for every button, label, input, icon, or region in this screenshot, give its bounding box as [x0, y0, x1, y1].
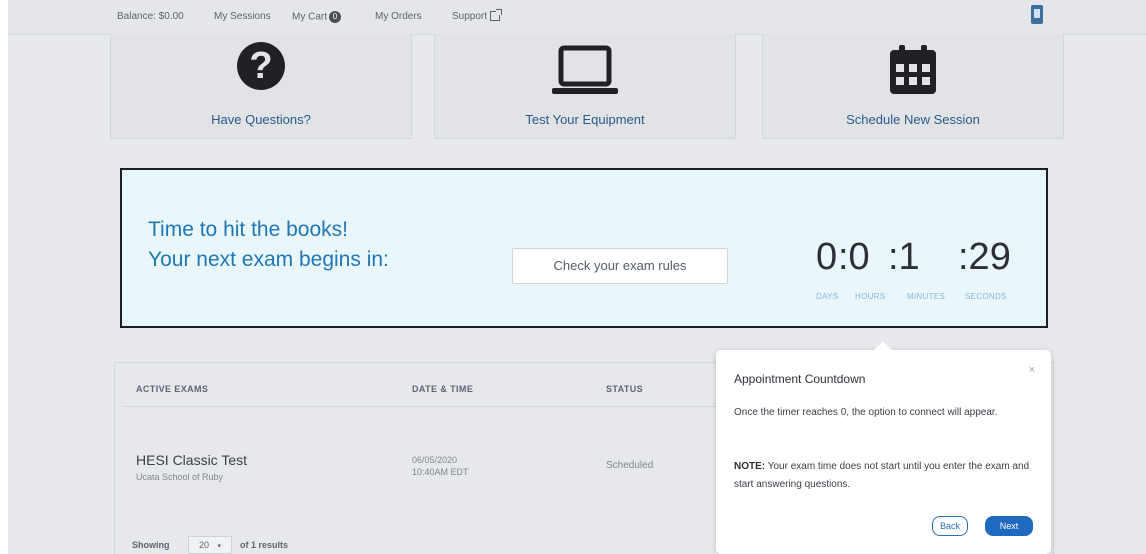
- countdown-banner: Time to hit the books! Your next exam be…: [120, 168, 1048, 328]
- page: Balance: $0.00 My Sessions My Cart 0 My O…: [0, 0, 1146, 554]
- my-orders-link[interactable]: My Orders: [375, 11, 422, 22]
- close-icon[interactable]: ×: [1029, 364, 1035, 376]
- test-equipment-tile[interactable]: Test Your Equipment: [434, 34, 736, 139]
- popover-body-text: Once the timer reaches 0, the option to …: [734, 407, 998, 418]
- note-text: Your exam time does not start until you …: [734, 461, 1030, 490]
- countdown-seconds: :29: [958, 236, 1011, 278]
- seconds-label: SECONDS: [965, 292, 1007, 301]
- per-page-select[interactable]: 20 ▾: [188, 536, 232, 554]
- exam-date: 06/05/2020: [412, 455, 458, 465]
- my-cart-link[interactable]: My Cart 0: [292, 11, 341, 23]
- results-count: of 1 results: [240, 540, 289, 550]
- column-header-date-time: DATE & TIME: [412, 384, 474, 394]
- frame-edge: [0, 0, 8, 554]
- banner-heading: Time to hit the books!: [148, 218, 348, 241]
- cart-count-badge: 0: [329, 11, 341, 23]
- exam-school: Ucata School of Ruby: [136, 472, 224, 482]
- chevron-down-icon: ▾: [217, 543, 222, 550]
- mobile-device-icon[interactable]: [1031, 5, 1043, 24]
- my-sessions-link[interactable]: My Sessions: [214, 11, 271, 22]
- countdown-minutes: :1: [888, 236, 920, 278]
- next-button[interactable]: Next: [985, 516, 1033, 536]
- support-label: Support: [452, 11, 488, 22]
- popover-note: NOTE: Your exam time does not start unti…: [734, 458, 1034, 494]
- exam-time: 10:40AM EDT: [412, 467, 469, 477]
- schedule-session-label: Schedule New Session: [846, 112, 980, 127]
- countdown-hours: :0: [838, 236, 870, 278]
- column-header-status: STATUS: [606, 384, 644, 394]
- schedule-session-tile[interactable]: Schedule New Session: [762, 34, 1064, 139]
- exam-date-time: 06/05/2020 10:40AM EDT: [412, 454, 469, 478]
- appointment-countdown-popover: Appointment Countdown × Once the timer r…: [716, 341, 1051, 554]
- days-label: DAYS: [816, 292, 839, 301]
- check-exam-rules-button[interactable]: Check your exam rules: [512, 248, 728, 284]
- balance-text: Balance: $0.00: [117, 11, 184, 22]
- exam-name[interactable]: HESI Classic Test: [136, 452, 247, 468]
- have-questions-label: Have Questions?: [211, 112, 311, 127]
- countdown-days: 0: [816, 236, 838, 278]
- laptop-icon: [550, 44, 620, 105]
- showing-label: Showing: [132, 540, 170, 550]
- back-button[interactable]: Back: [932, 516, 968, 536]
- note-label: NOTE:: [734, 461, 766, 472]
- hours-label: HOURS: [855, 292, 886, 301]
- external-link-icon: [490, 9, 503, 22]
- popover-title: Appointment Countdown: [734, 372, 866, 386]
- banner-subheading: Your next exam begins in:: [148, 248, 389, 271]
- minutes-label: MINUTES: [907, 292, 946, 301]
- test-equipment-label: Test Your Equipment: [525, 112, 645, 127]
- support-link[interactable]: Support: [452, 9, 503, 22]
- top-nav: Balance: $0.00 My Sessions My Cart 0 My O…: [0, 0, 1146, 35]
- my-cart-label: My Cart: [292, 11, 327, 23]
- have-questions-tile[interactable]: ? Have Questions?: [110, 34, 412, 139]
- calendar-icon: [888, 44, 938, 101]
- per-page-value: 20: [199, 540, 210, 550]
- exam-status: Scheduled: [606, 460, 654, 471]
- question-circle-icon: ?: [237, 42, 285, 90]
- column-header-active-exams: ACTIVE EXAMS: [136, 384, 209, 394]
